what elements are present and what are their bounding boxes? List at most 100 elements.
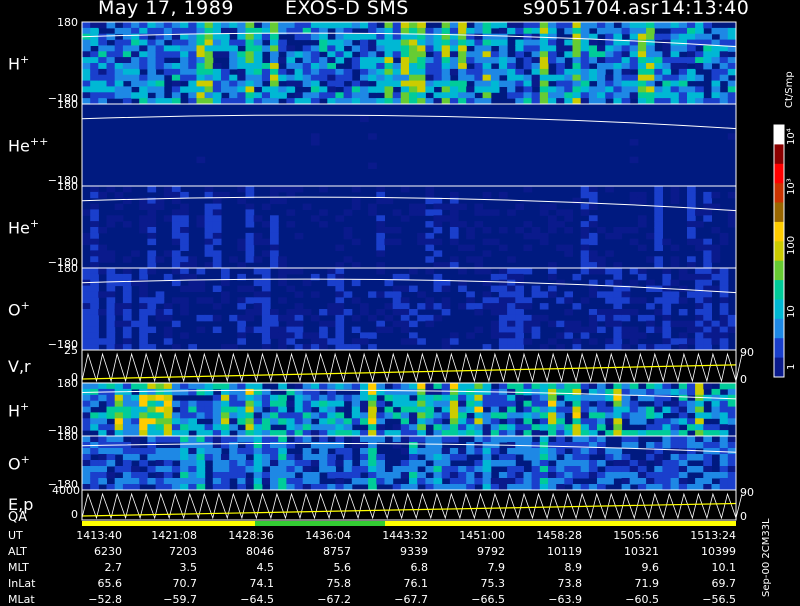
- spectrogram-cell: [278, 92, 287, 99]
- spectrogram-cell: [335, 448, 345, 455]
- spectrogram-cell: [147, 297, 157, 304]
- spectrogram-cell: [490, 86, 500, 93]
- spectrogram-cell: [286, 80, 296, 87]
- spectrogram-cell: [654, 92, 663, 99]
- spectrogram-cell: [147, 215, 157, 222]
- panel-top-tick: 180: [57, 180, 78, 193]
- spectrogram-cell: [466, 57, 475, 64]
- spectrogram-cell: [719, 412, 729, 419]
- spectrogram-cell: [621, 466, 631, 473]
- spectrogram-cell: [106, 86, 116, 93]
- colorbar-segment: [774, 163, 784, 184]
- spectrogram-cell: [90, 273, 99, 281]
- spectrogram-cell: [82, 45, 91, 52]
- spectrogram-cell: [597, 92, 606, 99]
- spectrogram-cell: [588, 45, 598, 52]
- spectrogram-cell: [122, 68, 132, 76]
- spectrogram-cell: [425, 238, 435, 246]
- spectrogram-cell: [98, 92, 107, 99]
- spectrogram-cell: [221, 268, 230, 275]
- spectrogram-cell: [588, 51, 598, 58]
- spectrogram-cell: [417, 394, 426, 402]
- spectrogram-cell: [360, 466, 369, 473]
- spectrogram-cell: [245, 33, 255, 41]
- spectrogram-cell: [368, 39, 377, 46]
- spectrogram-cell: [376, 51, 385, 58]
- spectrogram-cell: [237, 314, 246, 322]
- spectrogram-cell: [376, 383, 385, 390]
- spectrogram-cell: [229, 424, 238, 431]
- table-cell: 10.1: [711, 561, 737, 574]
- spectrogram-cell: [90, 303, 99, 310]
- spectrogram-cell: [335, 244, 345, 251]
- spectrogram-cell: [687, 466, 696, 473]
- spectrogram-cell: [490, 436, 500, 443]
- spectrogram-cell: [106, 448, 116, 455]
- spectrogram-cell: [106, 51, 116, 58]
- spectrogram-cell: [425, 466, 435, 473]
- spectrogram-cell: [245, 418, 255, 425]
- spectrogram-cell: [302, 394, 312, 402]
- spectrogram-cell: [433, 388, 443, 396]
- spectrogram-cell: [237, 197, 246, 205]
- spectrogram-cell: [131, 80, 140, 87]
- spectrogram-cell: [319, 460, 328, 467]
- spectrogram-cell: [384, 291, 394, 298]
- spectrogram-cell: [351, 400, 361, 408]
- spectrogram-cell: [245, 297, 255, 304]
- spectrogram-cell: [302, 22, 312, 29]
- spectrogram-cell: [564, 51, 573, 58]
- spectrogram-cell: [147, 418, 157, 425]
- spectrogram-cell: [466, 74, 475, 82]
- spectrogram-cell: [253, 33, 263, 41]
- spectrogram-cell: [343, 454, 353, 461]
- spectrogram-cell: [245, 238, 255, 246]
- spectrogram-cell: [360, 332, 369, 339]
- spectrogram-cell: [703, 209, 712, 216]
- spectrogram-cell: [523, 303, 533, 310]
- spectrogram-cell: [245, 74, 255, 82]
- panel-label-base: He: [8, 218, 30, 238]
- spectrogram-cell: [163, 314, 173, 322]
- spectrogram-cell: [90, 221, 99, 228]
- spectrogram-cell: [204, 80, 214, 87]
- spectrogram-cell: [106, 74, 116, 82]
- spectrogram-cell: [327, 86, 336, 93]
- spectrogram-cell: [523, 22, 533, 29]
- spectrogram-cell: [711, 80, 721, 87]
- spectrogram-cell: [114, 68, 124, 76]
- spectrogram-cell: [474, 326, 484, 333]
- spectrogram-cell: [695, 442, 704, 449]
- spectrogram-cell: [196, 63, 206, 70]
- spectrogram-cell: [261, 314, 271, 322]
- spectrogram-cell: [212, 238, 222, 246]
- spectrogram-cell: [695, 238, 704, 246]
- spectrogram-cell: [310, 68, 320, 76]
- spectrogram-cell: [515, 22, 524, 29]
- spectrogram-cell: [466, 400, 475, 408]
- spectrogram-cell: [687, 388, 696, 396]
- spectrogram-cell: [548, 454, 557, 461]
- spectrogram-cell: [376, 291, 385, 298]
- spectrogram-cell: [409, 466, 418, 473]
- spectrogram-cell: [531, 326, 541, 333]
- spectrogram-cell: [163, 191, 173, 199]
- spectrogram-cell: [662, 57, 672, 64]
- spectrogram-cell: [368, 33, 377, 41]
- spectrogram-cell: [482, 86, 492, 93]
- spectrogram-cell: [629, 57, 639, 64]
- spectrogram-cell: [278, 466, 287, 473]
- spectrogram-cell: [270, 33, 279, 41]
- spectrogram-cell: [474, 472, 484, 479]
- spectrogram-cell: [572, 400, 582, 408]
- spectrogram-cell: [376, 268, 385, 275]
- spectrogram-cell: [188, 279, 197, 287]
- spectrogram-cell: [147, 227, 157, 234]
- spectrogram-cell: [147, 68, 157, 76]
- spectrogram-cell: [515, 326, 524, 333]
- spectrogram-cell: [261, 45, 271, 52]
- spectrogram-cell: [261, 238, 271, 246]
- spectrogram-cell: [98, 74, 107, 82]
- spectrogram-cell: [433, 285, 443, 292]
- spectrogram-cell: [515, 45, 524, 52]
